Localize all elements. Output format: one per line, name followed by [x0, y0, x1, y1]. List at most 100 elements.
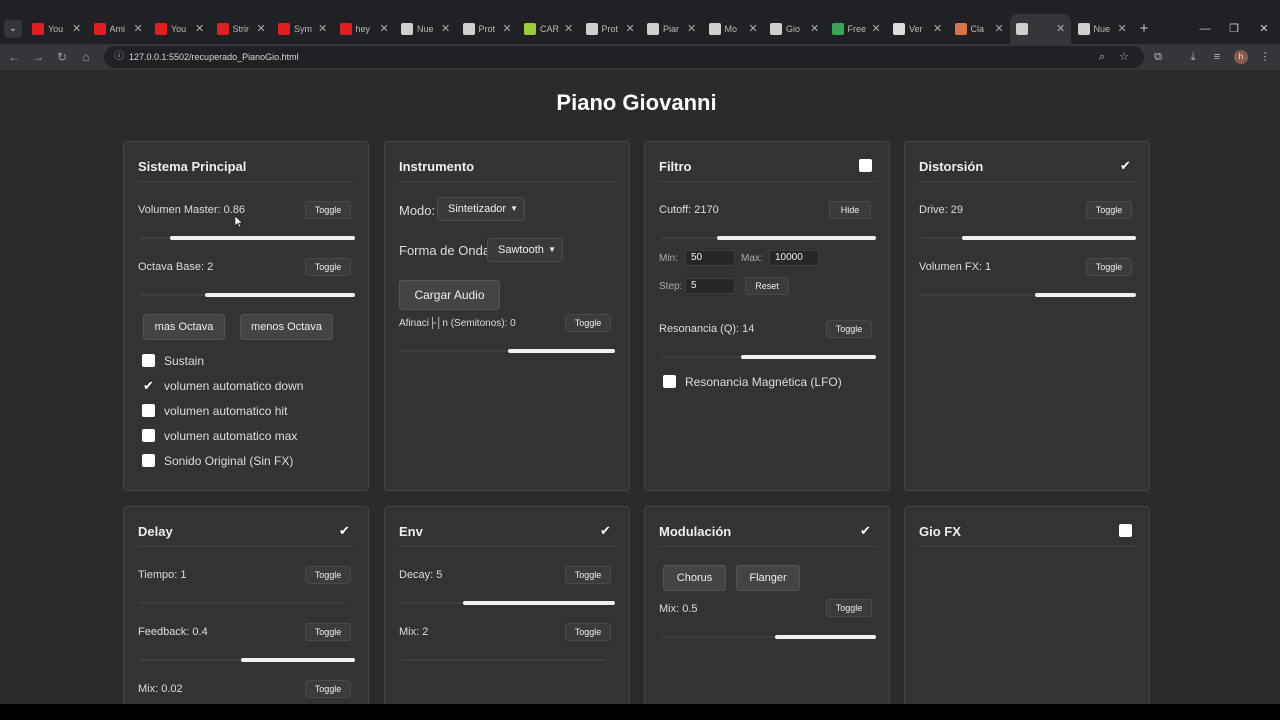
tab-close-icon[interactable]: ✕ [380, 14, 389, 44]
volumen-master-toggle-button[interactable]: Toggle [305, 201, 351, 219]
tab-close-icon[interactable]: ✕ [1056, 14, 1065, 44]
browser-tab[interactable]: Ami ✕ [88, 14, 149, 44]
close-window-icon[interactable]: ✕ [1249, 14, 1279, 44]
resonancia-slider[interactable] [661, 355, 876, 359]
tab-close-icon[interactable]: ✕ [933, 14, 942, 44]
browser-tab[interactable]: Ver ✕ [887, 14, 948, 44]
modo-select[interactable]: Sintetizador ▼ [437, 197, 525, 221]
tab-close-icon[interactable]: ✕ [810, 14, 819, 44]
browser-tab[interactable]: Nue ✕ [1072, 14, 1133, 44]
modulacion-enable-checkbox[interactable]: ✔ [859, 524, 872, 537]
browser-tab[interactable]: You ✕ [149, 14, 210, 44]
tab-close-icon[interactable]: ✕ [564, 14, 573, 44]
delay-enable-checkbox[interactable]: ✔ [338, 524, 351, 537]
browser-tab[interactable]: Prot ✕ [580, 14, 641, 44]
cutoff-slider[interactable] [661, 236, 876, 240]
decay-toggle-button[interactable]: Toggle [565, 566, 611, 584]
delay-mix-toggle-button[interactable]: Toggle [305, 680, 351, 698]
tab-close-icon[interactable]: ✕ [687, 14, 696, 44]
resonancia-toggle-button[interactable]: Toggle [826, 320, 872, 338]
browser-tab[interactable]: Nue ✕ [395, 14, 456, 44]
extensions-icon[interactable]: ⧉ [1149, 48, 1167, 66]
volumen-auto-down-checkbox[interactable]: ✔ [142, 379, 155, 392]
browser-tab[interactable]: hey ✕ [334, 14, 395, 44]
tab-close-icon[interactable]: ✕ [257, 14, 266, 44]
media-control-icon[interactable]: ≡ [1208, 48, 1226, 66]
menos-octava-button[interactable]: menos Octava [240, 314, 333, 340]
menu-icon[interactable]: ⋮ [1256, 48, 1274, 66]
tiempo-slider[interactable] [140, 601, 345, 605]
octava-base-toggle-button[interactable]: Toggle [305, 258, 351, 276]
volumen-auto-hit-checkbox[interactable] [142, 404, 155, 417]
tab-close-icon[interactable]: ✕ [318, 14, 327, 44]
cargar-audio-button[interactable]: Cargar Audio [399, 280, 500, 310]
bookmark-star-icon[interactable]: ☆ [1116, 49, 1132, 65]
env-enable-checkbox[interactable]: ✔ [599, 524, 612, 537]
volumen-master-slider[interactable] [140, 236, 355, 240]
zoom-icon[interactable]: ⌕ [1094, 49, 1110, 65]
browser-tab[interactable]: Prot ✕ [457, 14, 518, 44]
download-icon[interactable]: ⤓ [1184, 48, 1202, 66]
modulacion-mix-toggle-button[interactable]: Toggle [826, 599, 872, 617]
lfo-checkbox[interactable] [663, 375, 676, 388]
browser-tab[interactable]: Mo ✕ [703, 14, 764, 44]
sonido-original-checkbox[interactable] [142, 454, 155, 467]
distorsion-enable-checkbox[interactable]: ✔ [1119, 159, 1132, 172]
forma-de-onda-select[interactable]: Sawtooth ▼ [487, 238, 563, 262]
home-icon[interactable]: ⌂ [77, 48, 95, 66]
cutoff-hide-button[interactable]: Hide [829, 201, 871, 219]
profile-avatar[interactable]: h [1234, 50, 1248, 64]
max-input[interactable]: 10000 [769, 250, 819, 266]
tab-close-icon[interactable]: ✕ [134, 14, 143, 44]
tab-close-icon[interactable]: ✕ [995, 14, 1004, 44]
tab-close-icon[interactable]: ✕ [749, 14, 758, 44]
browser-tab[interactable]: You ✕ [26, 14, 87, 44]
tab-close-icon[interactable]: ✕ [195, 14, 204, 44]
browser-tab[interactable]: Sym ✕ [272, 14, 333, 44]
reset-button[interactable]: Reset [745, 277, 789, 295]
browser-tab[interactable]: Free ✕ [826, 14, 887, 44]
filtro-enable-checkbox[interactable] [859, 159, 872, 172]
tab-close-icon[interactable]: ✕ [441, 14, 450, 44]
back-icon[interactable]: ← [5, 48, 23, 66]
url-text[interactable]: 127.0.0.1:5502/recuperado_PianoGio.html [129, 46, 299, 68]
flanger-button[interactable]: Flanger [736, 565, 800, 591]
afinacion-slider[interactable] [401, 349, 615, 353]
tab-close-icon[interactable]: ✕ [1118, 14, 1127, 44]
volumen-fx-toggle-button[interactable]: Toggle [1086, 258, 1132, 276]
drive-toggle-button[interactable]: Toggle [1086, 201, 1132, 219]
tab-close-icon[interactable]: ✕ [872, 14, 881, 44]
tab-search-icon[interactable]: ⌄ [4, 20, 22, 38]
env-mix-slider[interactable] [401, 658, 606, 662]
drive-slider[interactable] [921, 236, 1136, 240]
tiempo-toggle-button[interactable]: Toggle [305, 566, 351, 584]
feedback-slider[interactable] [140, 658, 355, 662]
decay-slider[interactable] [401, 601, 615, 605]
tab-close-icon[interactable]: ✕ [626, 14, 635, 44]
step-input[interactable]: 5 [685, 278, 735, 294]
tab-close-icon[interactable]: ✕ [503, 14, 512, 44]
feedback-toggle-button[interactable]: Toggle [305, 623, 351, 641]
sustain-checkbox[interactable] [142, 354, 155, 367]
modulacion-mix-slider[interactable] [661, 635, 876, 639]
site-info-icon[interactable]: ⓘ [112, 50, 126, 64]
forward-icon[interactable]: → [29, 48, 47, 66]
env-mix-toggle-button[interactable]: Toggle [565, 623, 611, 641]
chorus-button[interactable]: Chorus [663, 565, 726, 591]
reload-icon[interactable]: ↻ [53, 48, 71, 66]
browser-tab[interactable]: Gio ✕ [764, 14, 825, 44]
browser-tab[interactable]: CAR ✕ [518, 14, 579, 44]
browser-tab[interactable]: Piar ✕ [641, 14, 702, 44]
giofx-enable-checkbox[interactable] [1119, 524, 1132, 537]
afinacion-toggle-button[interactable]: Toggle [565, 314, 611, 332]
mas-octava-button[interactable]: mas Octava [143, 314, 225, 340]
minimize-icon[interactable]: — [1190, 14, 1220, 44]
restore-icon[interactable]: ❐ [1219, 14, 1249, 44]
browser-tab[interactable]: Strir ✕ [211, 14, 272, 44]
browser-tab[interactable]: Cla ✕ [949, 14, 1010, 44]
volumen-fx-slider[interactable] [921, 293, 1136, 297]
address-bar[interactable]: ⓘ 127.0.0.1:5502/recuperado_PianoGio.htm… [104, 46, 1144, 68]
browser-tab[interactable]: ✕ [1010, 14, 1071, 44]
octava-base-slider[interactable] [140, 293, 355, 297]
volumen-auto-max-checkbox[interactable] [142, 429, 155, 442]
